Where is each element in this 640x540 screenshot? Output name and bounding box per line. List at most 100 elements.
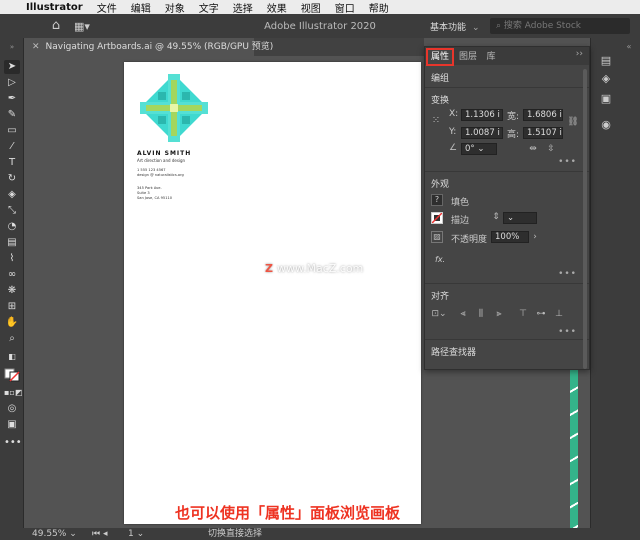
panel-scrollbar-thumb[interactable] — [583, 69, 587, 369]
application-bar: ⌂ ▦▾ Adobe Illustrator 2020 基本功能 ⌄ ⌕ 搜索 A… — [0, 14, 640, 38]
stroke-swatch[interactable] — [431, 212, 443, 224]
tab-layers[interactable]: 图层 — [455, 49, 481, 65]
constrain-proportions-icon[interactable]: ⛓ — [567, 117, 579, 127]
artboard-nav-prev-icon[interactable]: ⏮ ◂ — [92, 528, 107, 540]
opacity-label: 不透明度 — [451, 235, 488, 245]
curvature-tool-icon[interactable]: ✎ — [4, 108, 20, 122]
artboard-number-field[interactable]: 1 ⌄ — [128, 528, 144, 540]
more-appearance-options-icon[interactable]: ••• — [558, 269, 577, 279]
layers-panel-icon[interactable]: ◈ — [598, 72, 614, 86]
divider — [425, 283, 589, 284]
document-tab-label: Navigating Artboards.ai @ 49.55% (RGB/GP… — [45, 42, 274, 52]
scale-tool-icon[interactable]: ⤡ — [4, 204, 20, 218]
y-field[interactable]: 1.0087 i — [461, 127, 503, 139]
opacity-field[interactable]: 100% — [491, 231, 529, 243]
selection-tool-icon[interactable]: ➤ — [4, 60, 20, 74]
fx-button[interactable]: fx. — [435, 255, 445, 264]
align-left-icon[interactable]: ⫷ — [457, 309, 469, 319]
collapse-toolbar-icon[interactable]: » — [4, 40, 20, 54]
fill-swatch[interactable]: ? — [431, 194, 443, 206]
flip-horizontal-icon[interactable]: ⇹ — [527, 144, 539, 154]
rotate-angle-value: 0° — [465, 144, 475, 154]
height-field[interactable]: 1.5107 ir — [523, 127, 563, 139]
home-icon[interactable]: ⌂ — [48, 18, 64, 34]
pen-tool-icon[interactable]: ✒ — [4, 92, 20, 106]
menu-help[interactable]: 帮助 — [369, 0, 389, 15]
tab-properties[interactable]: 属性 — [426, 48, 454, 66]
illustrator-window: Illustrator 文件 编辑 对象 文字 选择 效果 视图 窗口 帮助 ⌂… — [0, 0, 640, 540]
search-placeholder: 搜索 Adobe Stock — [503, 21, 582, 31]
fill-stroke-swatch[interactable] — [4, 368, 20, 382]
rotate-tool-icon[interactable]: ↻ — [4, 172, 20, 186]
menu-file[interactable]: 文件 — [97, 0, 117, 15]
stroke-weight-stepper[interactable]: ⇕ — [491, 212, 501, 222]
zoom-level[interactable]: 49.55% ⌄ — [32, 528, 77, 540]
menu-type[interactable]: 文字 — [199, 0, 219, 15]
properties-panel-icon[interactable]: ▤ — [598, 54, 614, 68]
document-tab[interactable]: ✕ Navigating Artboards.ai @ 49.55% (RGB/G… — [24, 38, 273, 56]
align-to-icon[interactable]: ⊡⌄ — [431, 309, 447, 319]
eraser-tool-icon[interactable]: ◈ — [4, 188, 20, 202]
tutorial-caption: 也可以使用「属性」面板浏览画板 — [175, 504, 401, 522]
blend-tool-icon[interactable]: ∞ — [4, 268, 20, 282]
y-label: Y: — [449, 127, 457, 137]
divider — [425, 171, 589, 172]
tab-libraries[interactable]: 库 — [481, 49, 501, 65]
rotate-angle-field[interactable]: 0° ⌄ — [461, 143, 497, 155]
artboard-tool-icon[interactable]: ⊞ — [4, 300, 20, 314]
logo-graphic — [140, 74, 208, 142]
align-right-icon[interactable]: ⫸ — [493, 309, 505, 319]
align-top-icon[interactable]: ⊤ — [517, 309, 529, 319]
paintbrush-tool-icon[interactable]: ⁄ — [4, 140, 20, 154]
type-tool-icon[interactable]: T — [4, 156, 20, 170]
align-section-title: 对齐 — [431, 292, 450, 302]
expand-panels-icon[interactable]: « — [621, 40, 637, 54]
flip-vertical-icon[interactable]: ⇳ — [545, 144, 557, 154]
symbol-sprayer-tool-icon[interactable]: ❋ — [4, 284, 20, 298]
gradient-tool-icon[interactable]: ▤ — [4, 236, 20, 250]
hand-tool-icon[interactable]: ✋ — [4, 316, 20, 330]
menu-app-name[interactable]: Illustrator — [26, 2, 83, 13]
arrange-documents-icon[interactable]: ▦▾ — [74, 20, 90, 33]
stroke-weight-field[interactable]: ⌄ — [503, 212, 537, 224]
x-field[interactable]: 1.1306 i — [461, 109, 503, 121]
chevron-down-icon: ⌄ — [472, 22, 480, 33]
menu-object[interactable]: 对象 — [165, 0, 185, 15]
close-icon[interactable]: ✕ — [32, 42, 40, 52]
libraries-panel-icon[interactable]: ▣ — [598, 92, 614, 106]
more-tools-icon[interactable]: ••• — [4, 436, 22, 450]
reference-point-icon[interactable]: ⁙ — [430, 115, 442, 126]
screen-mode-icon[interactable]: ▣ — [4, 418, 20, 432]
menu-view[interactable]: 视图 — [301, 0, 321, 15]
workspace-switcher[interactable]: 基本功能 ⌄ — [430, 20, 480, 33]
more-align-options-icon[interactable]: ••• — [558, 327, 577, 337]
document-tab-bar: ✕ Navigating Artboards.ai @ 49.55% (RGB/G… — [24, 38, 424, 56]
panel-scrollbar[interactable] — [583, 69, 587, 369]
panel-menu-icon[interactable]: ›› — [576, 49, 583, 59]
menu-select[interactable]: 选择 — [233, 0, 253, 15]
status-text: 切换直接选择 — [208, 529, 263, 539]
workspace-label: 基本功能 — [430, 22, 467, 33]
menu-window[interactable]: 窗口 — [335, 0, 355, 15]
direct-selection-tool-icon[interactable]: ▷ — [4, 76, 20, 90]
chevron-right-icon[interactable]: › — [531, 232, 539, 242]
transform-section-title: 变换 — [431, 96, 450, 106]
draw-mode-icon[interactable]: ◎ — [4, 402, 20, 416]
align-horizontal-center-icon[interactable]: ⫼ — [475, 309, 487, 319]
rectangle-tool-icon[interactable]: ▭ — [4, 124, 20, 138]
default-fill-stroke-icon[interactable]: ◧ — [4, 350, 20, 364]
menu-edit[interactable]: 编辑 — [131, 0, 151, 15]
more-transform-options-icon[interactable]: ••• — [558, 157, 577, 167]
color-panel-icon[interactable]: ◉ — [598, 118, 614, 132]
zoom-tool-icon[interactable]: ⌕ — [4, 332, 20, 346]
stock-search-input[interactable]: ⌕ 搜索 Adobe Stock — [490, 18, 630, 34]
shape-builder-tool-icon[interactable]: ◔ — [4, 220, 20, 234]
artboard[interactable]: ALVIN SMITH Art direction and design 1 5… — [124, 62, 421, 524]
align-bottom-icon[interactable]: ⊥ — [553, 309, 565, 319]
align-vertical-center-icon[interactable]: ⊶ — [535, 309, 547, 319]
eyedropper-tool-icon[interactable]: ⌇ — [4, 252, 20, 266]
menu-effect[interactable]: 效果 — [267, 0, 287, 15]
color-mode-icons[interactable]: ▪▫◩ — [4, 386, 22, 400]
contact-name: ALVIN SMITH — [137, 150, 192, 157]
width-field[interactable]: 1.6806 ir — [523, 109, 563, 121]
